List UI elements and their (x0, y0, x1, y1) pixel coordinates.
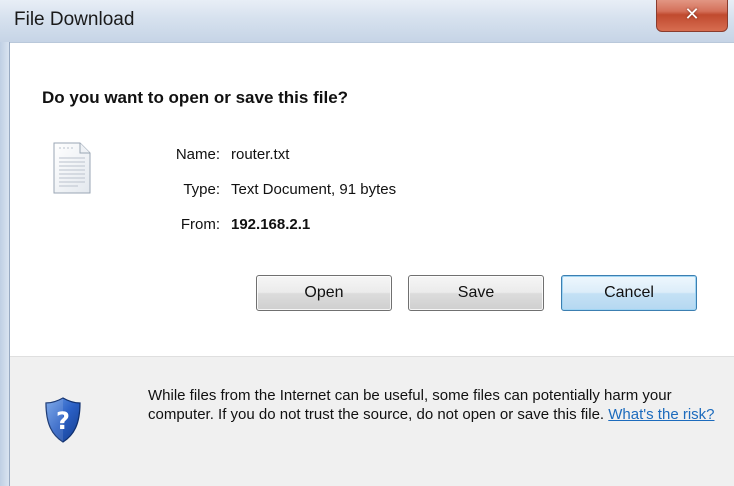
file-source-value: 192.168.2.1 (231, 216, 311, 233)
file-download-dialog: File Download ✕ Do you want to open or s… (0, 0, 734, 486)
title-bar[interactable]: File Download ✕ (0, 0, 734, 43)
open-button[interactable]: Open (256, 275, 392, 311)
name-label: Name: (175, 146, 220, 163)
close-icon: ✕ (684, 4, 700, 25)
dialog-heading: Do you want to open or save this file? (42, 88, 349, 107)
security-shield-question-icon: ? (45, 397, 81, 443)
save-button[interactable]: Save (408, 275, 544, 311)
close-button[interactable]: ✕ (656, 0, 728, 32)
security-warning: While files from the Internet can be use… (148, 386, 728, 424)
cancel-button[interactable]: Cancel (561, 275, 697, 311)
svg-text:?: ? (56, 407, 70, 435)
whats-the-risk-link[interactable]: What's the risk? (608, 406, 714, 423)
name-label-cell: Name: (140, 146, 220, 166)
window-title: File Download (14, 9, 135, 30)
from-label: From: (180, 216, 220, 233)
type-label: Type: (183, 181, 220, 198)
window-left-border (0, 42, 10, 486)
text-document-icon (53, 142, 91, 194)
from-label-cell: From: (140, 216, 220, 236)
type-label-cell: Type: (140, 181, 220, 201)
file-type-value: Text Document, 91 bytes (231, 181, 397, 198)
warning-text: While files from the Internet can be use… (148, 387, 672, 423)
file-name-value: router.txt (231, 146, 290, 163)
